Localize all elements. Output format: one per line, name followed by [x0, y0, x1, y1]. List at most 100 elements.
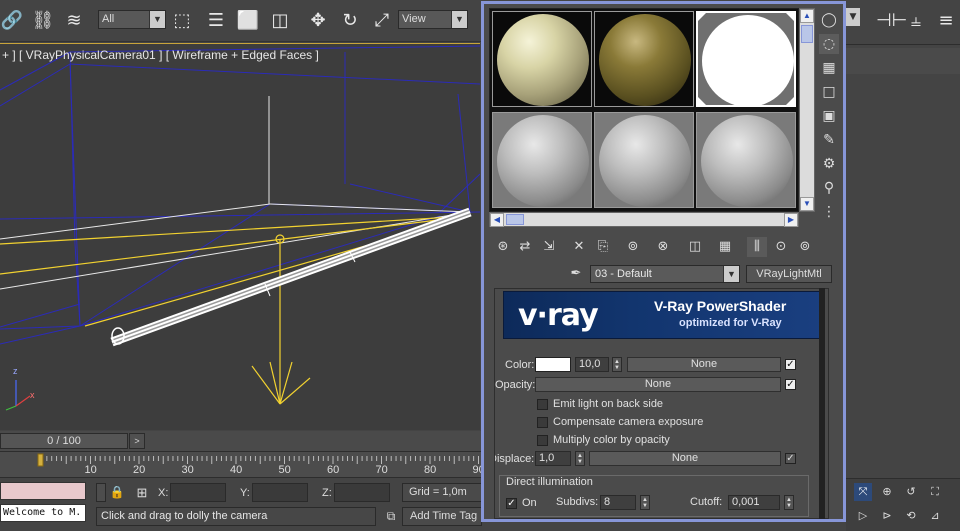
- command-panel-tabs[interactable]: [846, 48, 960, 74]
- select-object-icon[interactable]: ⬚: [170, 8, 194, 34]
- put-to-library-icon[interactable]: ⊚: [623, 237, 643, 257]
- direct-on-checkbox[interactable]: ✓: [506, 498, 517, 509]
- y-coord-field[interactable]: [252, 483, 308, 502]
- time-slider[interactable]: 0 / 100: [0, 433, 128, 449]
- scroll-down-icon[interactable]: ▼: [800, 197, 814, 211]
- subdivs-spinner[interactable]: 8: [600, 495, 636, 510]
- select-by-name-icon[interactable]: ☰: [204, 8, 228, 34]
- scroll-thumb[interactable]: [506, 214, 524, 225]
- move-icon[interactable]: ✥: [306, 8, 330, 34]
- scroll-left-icon[interactable]: ◀: [490, 213, 504, 227]
- selection-filter-dropdown[interactable]: All ▼: [98, 10, 166, 29]
- pick-from-object-icon[interactable]: ⊚: [795, 237, 815, 257]
- pan-icon[interactable]: ⤧: [854, 483, 872, 501]
- truck-icon[interactable]: ⊳: [878, 507, 896, 525]
- align-icon[interactable]: ⫨: [904, 8, 928, 34]
- material-slot-6[interactable]: [696, 112, 796, 208]
- make-unique-icon[interactable]: ⎘: [593, 237, 613, 257]
- color-map-button[interactable]: None: [627, 357, 781, 372]
- background-icon[interactable]: ▦: [819, 58, 839, 78]
- bind-spacewarp-icon[interactable]: ≋: [62, 8, 86, 34]
- lock-icon[interactable]: 🔒: [108, 483, 126, 502]
- cutoff-spinner[interactable]: 0,001: [728, 495, 780, 510]
- go-forward-sibling-icon[interactable]: ⊙: [771, 237, 791, 257]
- chevron-down-icon[interactable]: ▼: [723, 266, 739, 282]
- rect-region-icon[interactable]: ⬜: [236, 8, 260, 34]
- scroll-up-icon[interactable]: ▲: [800, 9, 814, 23]
- rotate-icon[interactable]: ↻: [338, 8, 362, 34]
- multiply-opacity-checkbox[interactable]: [537, 435, 548, 446]
- eyedropper-icon[interactable]: ✒: [567, 265, 585, 283]
- make-preview-icon[interactable]: ✎: [819, 130, 839, 150]
- scale-icon[interactable]: ⤢: [370, 8, 394, 34]
- orbit-icon[interactable]: ⊕: [878, 483, 896, 501]
- put-to-scene-icon[interactable]: ⇄: [515, 237, 535, 257]
- color-map-checkbox[interactable]: ✓: [785, 359, 796, 370]
- x-coord-field[interactable]: [170, 483, 226, 502]
- opacity-map-button[interactable]: None: [535, 377, 781, 392]
- show-map-icon[interactable]: ◫: [685, 237, 705, 257]
- link-icon[interactable]: 🔗: [0, 8, 24, 34]
- fov-icon[interactable]: ⊿: [926, 507, 944, 525]
- time-tag-icon[interactable]: ⧉: [382, 507, 400, 526]
- get-material-icon[interactable]: ⊛: [493, 237, 513, 257]
- absolute-mode-icon[interactable]: ⊞: [132, 483, 152, 502]
- color-multiplier-spinner[interactable]: 10,0: [575, 357, 609, 372]
- window-crossing-icon[interactable]: ◫: [268, 8, 292, 34]
- chevron-down-icon[interactable]: ▼: [846, 8, 860, 26]
- spinner-arrows-icon[interactable]: ▲ ▼: [640, 495, 650, 510]
- spinner-arrows-icon[interactable]: ▲ ▼: [575, 451, 585, 466]
- maxscript-listener-input[interactable]: Welcome to M.: [0, 504, 86, 522]
- material-navigator-icon[interactable]: ⋮: [819, 202, 839, 222]
- next-frame-button[interactable]: >: [129, 433, 145, 449]
- displace-spinner[interactable]: 1,0: [535, 451, 571, 466]
- color-swatch[interactable]: [535, 357, 571, 372]
- scroll-right-icon[interactable]: ▶: [784, 213, 798, 227]
- material-id-icon[interactable]: ⊗: [653, 237, 673, 257]
- material-slot-5[interactable]: [594, 112, 694, 208]
- uv-tiling-icon[interactable]: □: [819, 82, 839, 102]
- spinner-arrows-icon[interactable]: ▲ ▼: [612, 357, 622, 372]
- displace-map-checkbox[interactable]: ✓: [785, 453, 796, 464]
- compensate-exposure-checkbox[interactable]: [537, 417, 548, 428]
- opacity-map-checkbox[interactable]: ✓: [785, 379, 796, 390]
- material-name-field[interactable]: 03 - Default ▼: [590, 265, 740, 283]
- roll-icon[interactable]: ⟲: [902, 507, 920, 525]
- unlink-icon[interactable]: ⛓: [31, 8, 55, 34]
- axis-z-label: z: [13, 366, 18, 376]
- material-slot-2[interactable]: [594, 11, 694, 107]
- maximize-viewport-icon[interactable]: ⛶: [926, 483, 944, 501]
- select-by-material-icon[interactable]: ⚲: [819, 178, 839, 198]
- reset-map-icon[interactable]: ✕: [569, 237, 589, 257]
- show-end-result-icon[interactable]: ▦: [715, 237, 735, 257]
- video-color-check-icon[interactable]: ▣: [819, 106, 839, 126]
- assign-to-selection-icon[interactable]: ⇲: [539, 237, 559, 257]
- emit-back-checkbox[interactable]: [537, 399, 548, 410]
- camera-viewport[interactable]: + ] [ VRayPhysicalCamera01 ] [ Wireframe…: [0, 43, 480, 430]
- mirror-icon[interactable]: ⊣⊢: [876, 8, 907, 34]
- displace-map-button[interactable]: None: [589, 451, 781, 466]
- add-time-tag-button[interactable]: Add Time Tag: [402, 507, 482, 526]
- track-bar[interactable]: 10 20 30 40 50 60 70 80 90: [0, 451, 485, 477]
- spinner-arrows-icon[interactable]: ▲ ▼: [784, 495, 794, 510]
- backlight-icon[interactable]: ◌: [819, 34, 839, 54]
- parameters-scrollbar[interactable]: [819, 288, 825, 519]
- z-coord-field[interactable]: [334, 483, 390, 502]
- layer-icon[interactable]: ≡: [934, 8, 958, 34]
- slots-vertical-scrollbar[interactable]: ▲ ▼: [799, 8, 815, 212]
- slots-horizontal-scrollbar[interactable]: ◀ ▶: [489, 212, 799, 227]
- scroll-thumb[interactable]: [801, 25, 813, 43]
- options-icon[interactable]: ⚙: [819, 154, 839, 174]
- dolly-icon[interactable]: ▷: [854, 507, 872, 525]
- banner-subtitle: optimized for V-Ray: [679, 317, 782, 329]
- orbit-subobject-icon[interactable]: ↺: [902, 483, 920, 501]
- material-slot-4[interactable]: [492, 112, 592, 208]
- material-slot-3[interactable]: [696, 11, 796, 107]
- go-to-parent-icon[interactable]: ⫼: [747, 237, 767, 257]
- sample-type-icon[interactable]: ◯: [819, 10, 839, 30]
- reference-coord-dropdown[interactable]: View ▼: [398, 10, 468, 29]
- material-type-button[interactable]: VRayLightMtl: [746, 265, 832, 283]
- maxscript-listener-macro[interactable]: [0, 482, 86, 500]
- viewport-label[interactable]: + ] [ VRayPhysicalCamera01 ] [ Wireframe…: [2, 48, 319, 62]
- material-slot-1[interactable]: [492, 11, 592, 107]
